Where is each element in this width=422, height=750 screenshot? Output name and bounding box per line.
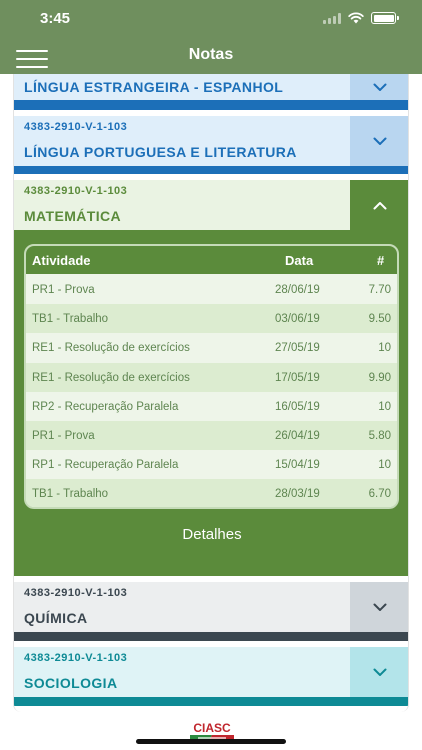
row-date: 28/06/19 bbox=[275, 284, 320, 296]
row-grade: 5.80 bbox=[368, 430, 391, 442]
expand-button[interactable] bbox=[350, 582, 408, 632]
table-row: RE1 - Resolução de exercícios 17/05/19 9… bbox=[26, 362, 397, 392]
row-date: 28/03/19 bbox=[275, 488, 320, 501]
subject-name: LÍNGUA ESTRANGEIRA - ESPANHOL bbox=[24, 79, 284, 95]
row-grade: 10 bbox=[378, 400, 391, 413]
row-date: 26/04/19 bbox=[275, 430, 320, 442]
subject-name: MATEMÁTICA bbox=[24, 208, 122, 224]
expand-button[interactable] bbox=[350, 647, 408, 697]
table-row: PR1 - Prova 28/06/19 7.70 bbox=[26, 275, 397, 305]
row-activity: TB1 - Trabalho bbox=[32, 488, 109, 501]
row-activity: RP2 - Recuperação Paralela bbox=[32, 400, 179, 413]
subject-color-bar bbox=[14, 100, 408, 110]
subject-lingua-portuguesa[interactable]: 4383-2910-V-1-103 LÍNGUA PORTUGUESA E LI… bbox=[14, 116, 408, 166]
row-grade: 10 bbox=[378, 459, 391, 472]
table-row: RE1 - Resolução de exercícios 27/05/19 1… bbox=[26, 333, 397, 363]
status-time: 3:45 bbox=[40, 10, 71, 27]
column-header-grade: # bbox=[377, 253, 385, 268]
subject-code: 4383-2910-V-1-103 bbox=[24, 587, 128, 599]
details-button[interactable]: Detalhes bbox=[14, 526, 408, 543]
table-row: RP2 - Recuperação Paralela 16/05/19 10 bbox=[26, 391, 397, 421]
row-grade: 9.50 bbox=[368, 313, 391, 326]
subject-name: QUÍMICA bbox=[24, 610, 88, 626]
home-indicator bbox=[136, 739, 286, 744]
subject-code: 4383-2910-V-1-103 bbox=[24, 121, 128, 133]
expand-button[interactable] bbox=[350, 116, 408, 166]
row-activity: PR1 - Prova bbox=[32, 284, 95, 296]
row-grade: 7.70 bbox=[368, 284, 391, 296]
status-icons bbox=[323, 12, 399, 24]
column-header-date: Data bbox=[285, 253, 314, 268]
table-row: RP1 - Recuperação Paralela 15/04/19 10 bbox=[26, 450, 397, 480]
row-date: 15/04/19 bbox=[275, 459, 320, 472]
table-header: Atividade Data # bbox=[26, 246, 397, 274]
subject-code: 4383-2910-V-1-103 bbox=[24, 652, 128, 664]
row-activity: RP1 - Recuperação Paralela bbox=[32, 459, 179, 472]
subject-name: LÍNGUA PORTUGUESA E LITERATURA bbox=[24, 144, 297, 160]
row-grade: 10 bbox=[378, 342, 391, 355]
subjects-list: LÍNGUA ESTRANGEIRA - ESPANHOL 4383-2910-… bbox=[13, 74, 409, 712]
subject-code: 4383-2910-V-1-103 bbox=[24, 185, 128, 197]
subject-quimica[interactable]: 4383-2910-V-1-103 QUÍMICA bbox=[14, 582, 408, 632]
chevron-down-icon bbox=[373, 603, 387, 611]
expand-button[interactable] bbox=[350, 74, 408, 100]
chevron-down-icon bbox=[373, 668, 387, 676]
signal-icon bbox=[323, 12, 341, 24]
subject-color-bar bbox=[14, 166, 408, 174]
subject-color-bar bbox=[14, 697, 408, 706]
row-date: 27/05/19 bbox=[275, 342, 320, 355]
chevron-down-icon bbox=[373, 83, 387, 91]
table-row: PR1 - Prova 26/04/19 5.80 bbox=[26, 421, 397, 451]
subject-color-bar bbox=[14, 632, 408, 641]
chevron-up-icon bbox=[373, 201, 387, 209]
page-title: Notas bbox=[188, 46, 234, 63]
battery-icon bbox=[371, 12, 399, 24]
row-activity: RE1 - Resolução de exercícios bbox=[32, 342, 190, 355]
row-grade: 6.70 bbox=[368, 488, 391, 501]
svg-text:CIASC: CIASC bbox=[193, 721, 231, 735]
wifi-icon bbox=[348, 12, 364, 24]
subject-sociologia[interactable]: 4383-2910-V-1-103 SOCIOLOGIA bbox=[14, 647, 408, 697]
table-row: TB1 - Trabalho 03/06/19 9.50 bbox=[26, 304, 397, 334]
table-row: TB1 - Trabalho 28/03/19 6.70 bbox=[26, 479, 397, 507]
subject-name: SOCIOLOGIA bbox=[24, 675, 118, 691]
row-grade: 9.90 bbox=[368, 371, 391, 384]
row-date: 16/05/19 bbox=[275, 400, 320, 413]
subject-matematica[interactable]: 4383-2910-V-1-103 MATEMÁTICA bbox=[14, 180, 408, 230]
row-activity: RE1 - Resolução de exercícios bbox=[32, 371, 190, 384]
row-date: 03/06/19 bbox=[275, 313, 320, 326]
row-activity: PR1 - Prova bbox=[32, 430, 95, 442]
collapse-button[interactable] bbox=[350, 180, 408, 230]
status-bar: 3:45 bbox=[0, 0, 422, 38]
chevron-down-icon bbox=[373, 137, 387, 145]
column-header-activity: Atividade bbox=[32, 253, 91, 268]
row-activity: TB1 - Trabalho bbox=[32, 313, 109, 326]
row-date: 17/05/19 bbox=[275, 371, 320, 384]
grades-table: Atividade Data # PR1 - Prova 28/06/19 7.… bbox=[24, 244, 399, 509]
